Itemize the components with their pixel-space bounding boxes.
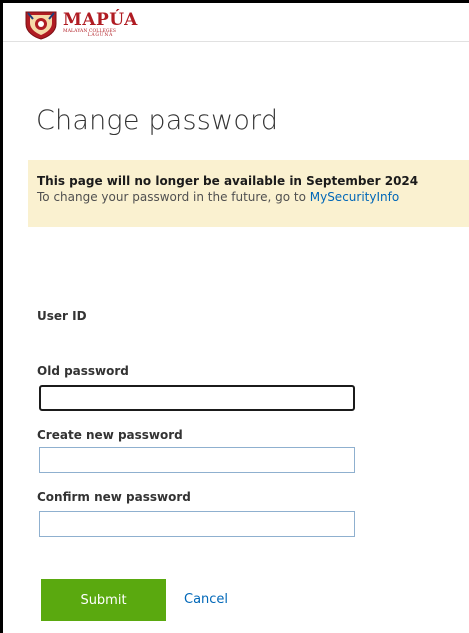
page-title: Change password <box>36 105 279 136</box>
submit-button[interactable]: Submit <box>41 579 166 621</box>
new-password-field[interactable] <box>39 447 355 473</box>
mapua-shield-icon <box>25 11 57 40</box>
cancel-link[interactable]: Cancel <box>184 592 228 607</box>
logo-subtitle-2: LAGUNA <box>87 33 114 38</box>
old-password-field[interactable] <box>39 385 355 411</box>
logo: MAPÚA MALAYAN COLLEGES LAGUNA <box>23 10 138 40</box>
notice-title: This page will no longer be available in… <box>37 174 419 188</box>
confirm-password-label: Confirm new password <box>37 490 191 504</box>
logo-name: MAPÚA <box>63 9 138 30</box>
user-id-label: User ID <box>37 309 87 323</box>
notice-body-text: To change your password in the future, g… <box>37 190 310 204</box>
confirm-password-field[interactable] <box>39 511 355 537</box>
header: MAPÚA MALAYAN COLLEGES LAGUNA <box>3 3 469 42</box>
new-password-label: Create new password <box>37 428 183 442</box>
mysecurityinfo-link[interactable]: MySecurityInfo <box>310 190 399 204</box>
old-password-label: Old password <box>37 364 129 378</box>
notice-body: To change your password in the future, g… <box>37 189 469 205</box>
notice-banner: This page will no longer be available in… <box>28 160 469 227</box>
logo-text: MAPÚA MALAYAN COLLEGES LAGUNA <box>63 9 138 39</box>
